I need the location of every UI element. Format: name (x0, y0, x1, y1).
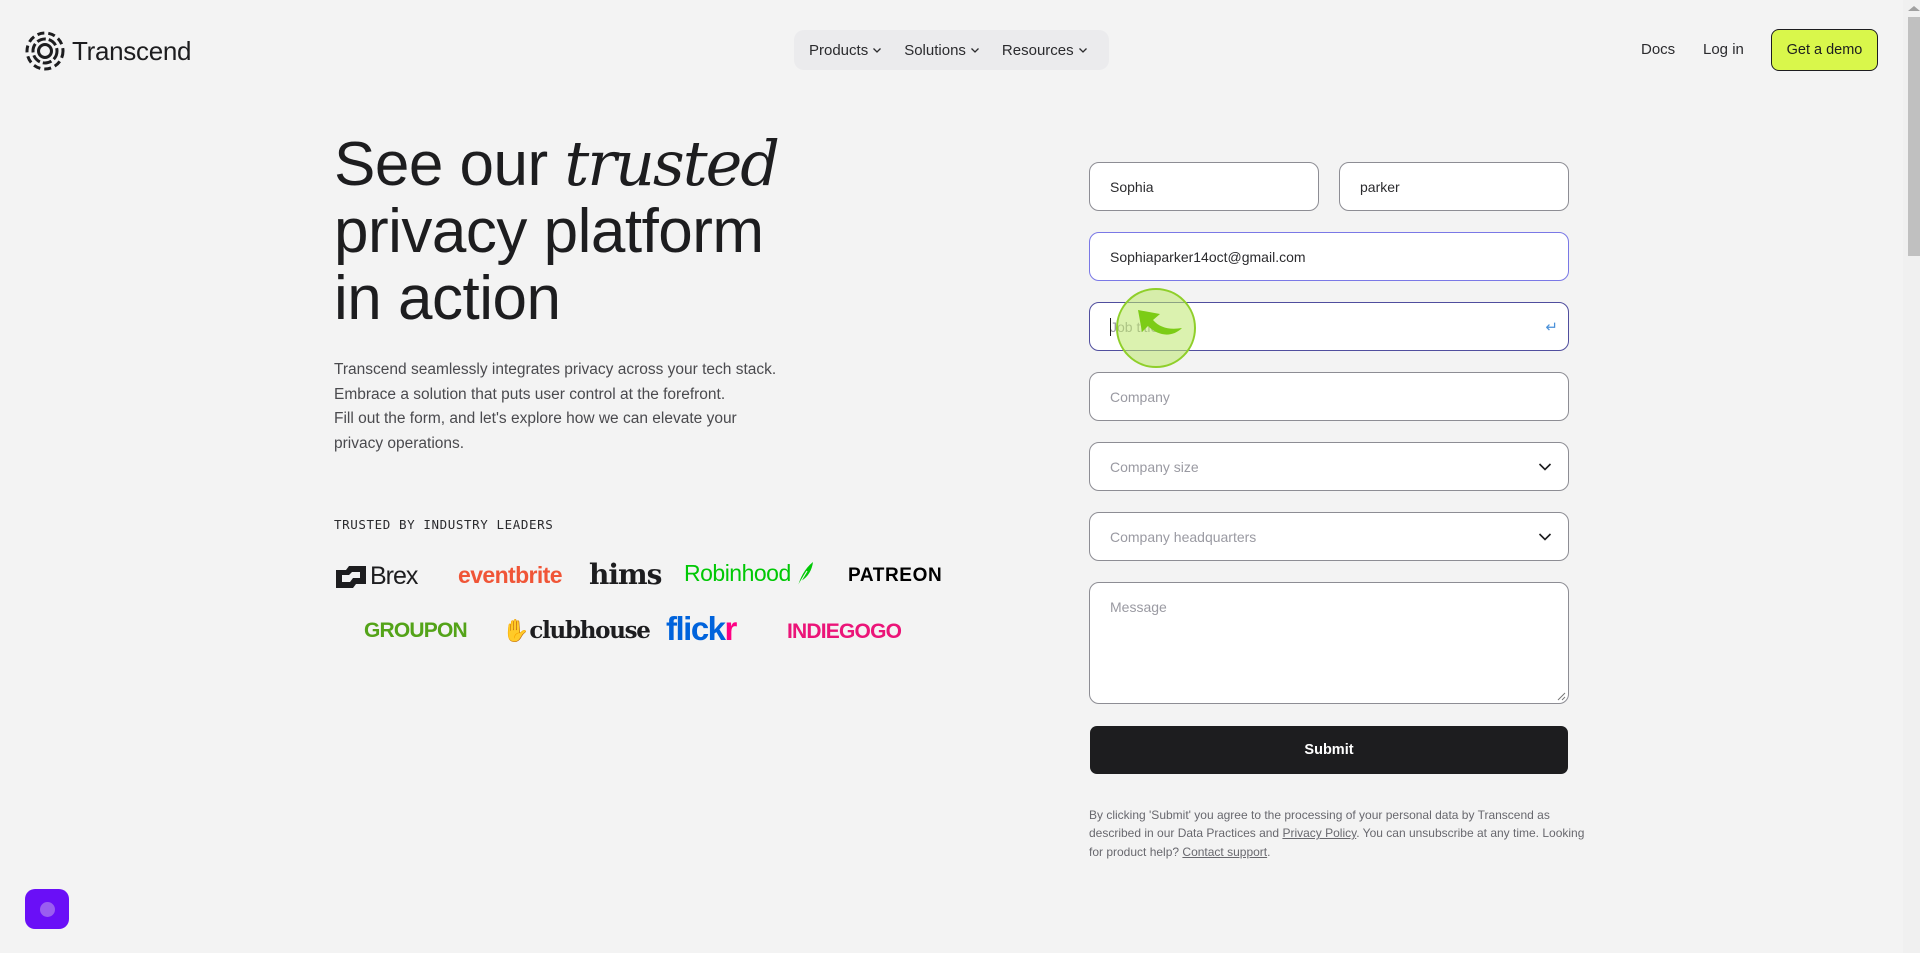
main-nav: Products Solutions Resources (794, 30, 1109, 70)
hero-title-emphasis: trusted (564, 127, 780, 200)
company-input[interactable]: Company (1089, 372, 1569, 421)
hero-title: See our trusted privacy platform in acti… (334, 127, 780, 333)
chat-icon (39, 901, 55, 917)
flickr-accent-letter: r (724, 610, 738, 647)
transcend-logo[interactable]: Transcend (24, 30, 191, 72)
submit-button[interactable]: Submit (1090, 726, 1568, 774)
robinhood-wordmark: Robinhood (684, 560, 791, 586)
trusted-by-label: TRUSTED BY INDUSTRY LEADERS (334, 517, 554, 532)
clubhouse-wordmark: clubhouse (529, 617, 651, 644)
email-value: Sophiaparker14oct@gmail.com (1110, 248, 1306, 265)
hero-title-line2: privacy platform (334, 197, 764, 266)
transcend-logo-icon (25, 31, 65, 71)
hero-title-line1: See our (334, 130, 565, 199)
brex-logo: Brex (336, 562, 418, 591)
disclaimer-part3: . (1267, 844, 1271, 859)
company-size-value: Company size (1110, 458, 1199, 475)
chevron-down-icon (1078, 48, 1087, 53)
docs-link[interactable]: Docs (1641, 41, 1675, 58)
email-input[interactable]: Sophiaparker14oct@gmail.com (1089, 232, 1569, 281)
waving-hand-icon: ✋ (502, 617, 530, 643)
click-highlight (1116, 288, 1196, 368)
groupon-logo: GROUPON (364, 619, 468, 642)
hero-title-line3: in action (334, 264, 561, 333)
text-caret (1110, 318, 1111, 336)
hero-description-line: Embrace a solution that puts user contro… (334, 385, 726, 403)
patreon-logo: PATREON (848, 565, 943, 586)
brand-name: Transcend (72, 35, 192, 66)
get-demo-button[interactable]: Get a demo (1771, 29, 1878, 71)
chat-widget-button[interactable] (25, 889, 69, 929)
flickr-logo: flickr (666, 610, 738, 648)
login-link[interactable]: Log in (1703, 41, 1744, 58)
resize-handle-icon[interactable] (1556, 691, 1566, 701)
hero-description-line: Fill out the form, and let's explore how… (334, 410, 737, 427)
contact-support-link[interactable]: Contact support (1182, 845, 1267, 859)
nav-resources-label: Resources (1001, 41, 1074, 59)
company-size-select[interactable]: Company size (1089, 442, 1569, 491)
first-name-input[interactable]: Sophia (1089, 162, 1319, 211)
hero-description-line: privacy operations. (334, 434, 465, 452)
chevron-down-icon (873, 48, 882, 53)
last-name-input[interactable]: parker (1339, 162, 1569, 211)
privacy-policy-link[interactable]: Privacy Policy (1282, 826, 1356, 840)
scroll-up-arrow-icon[interactable] (1908, 6, 1920, 11)
nav-products-label: Products (809, 41, 869, 59)
cursor-arrow-icon (1138, 310, 1182, 335)
chevron-down-icon (1538, 462, 1552, 471)
message-placeholder: Message (1110, 599, 1167, 615)
company-headquarters-select[interactable]: Company headquarters (1089, 512, 1569, 561)
chevron-down-icon (1538, 532, 1552, 541)
hero-description-line: Transcend seamlessly integrates privacy … (334, 361, 777, 378)
feather-icon (797, 561, 813, 586)
nav-products[interactable]: Products (809, 42, 882, 59)
nav-solutions-label: Solutions (904, 41, 966, 59)
first-name-value: Sophia (1110, 178, 1154, 195)
nav-solutions[interactable]: Solutions (904, 42, 980, 59)
brex-wordmark: Brex (370, 562, 418, 590)
hero-description: Transcend seamlessly integrates privacy … (334, 358, 834, 456)
chevron-down-icon (970, 48, 979, 53)
last-name-value: parker (1360, 178, 1400, 195)
disclaimer-text: By clicking 'Submit' you agree to the pr… (1089, 806, 1599, 861)
eventbrite-logo: eventbrite (458, 562, 563, 588)
nav-resources[interactable]: Resources (1002, 42, 1088, 59)
brex-mark-icon (336, 565, 366, 588)
message-textarea[interactable]: Message (1089, 582, 1569, 704)
company-placeholder: Company (1110, 388, 1170, 405)
page-scrollbar[interactable] (1903, 0, 1920, 953)
flickr-wordmark: flickr (666, 610, 738, 647)
company-headquarters-value: Company headquarters (1110, 528, 1257, 545)
hims-logo: hims (589, 558, 662, 591)
clubhouse-logo: ✋ clubhouse (502, 617, 651, 644)
page: Transcend Products Solutions Resources D… (0, 0, 1920, 953)
enter-icon: ↵ (1545, 318, 1558, 336)
indiegogo-logo: INDIEGOGO (787, 620, 902, 643)
scrollbar-thumb[interactable] (1908, 17, 1920, 256)
robinhood-logo: Robinhood (684, 560, 815, 587)
